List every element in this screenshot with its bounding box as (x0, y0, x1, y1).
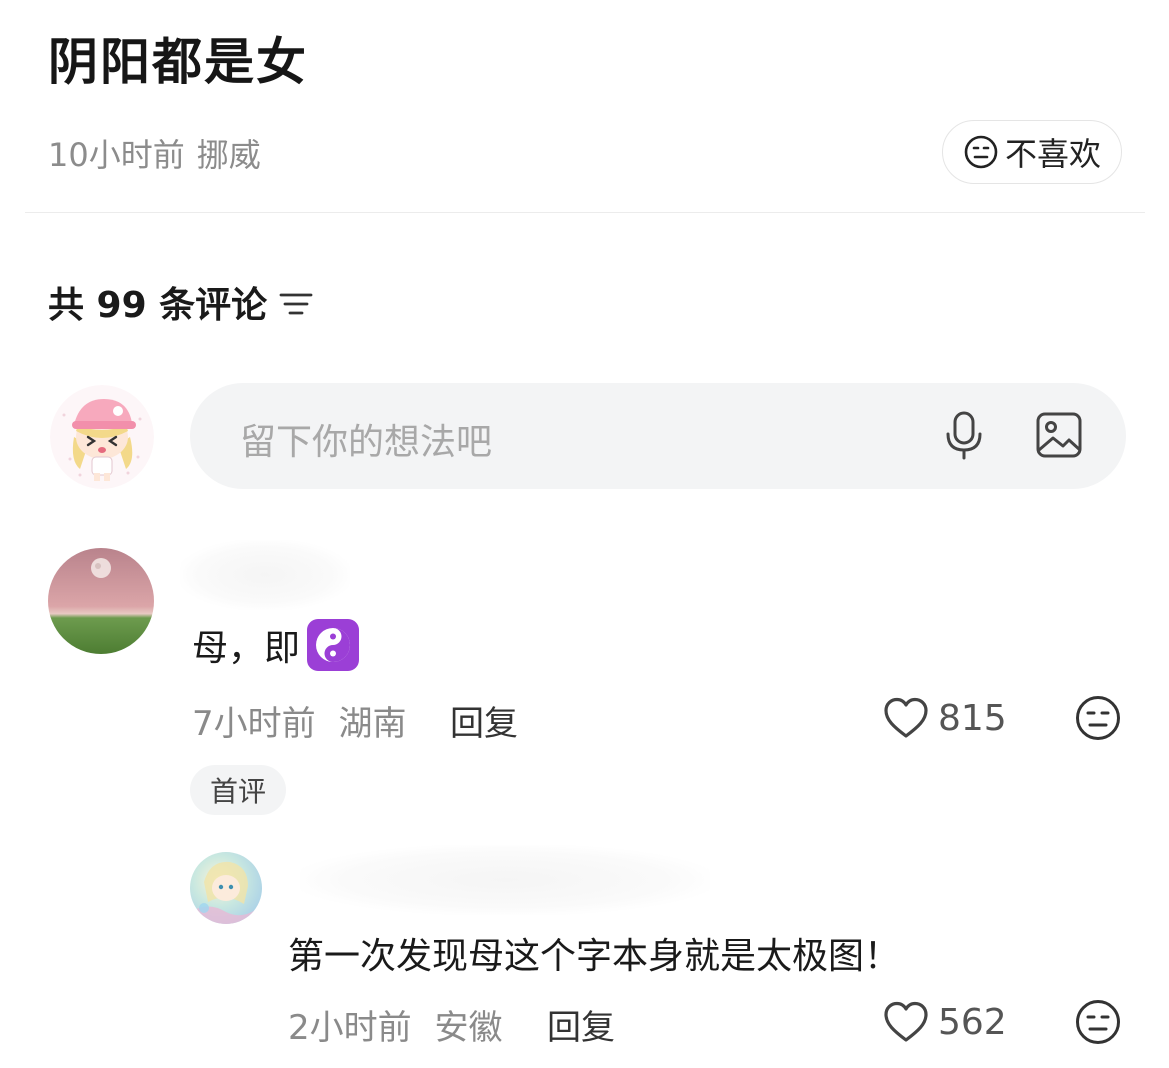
reply-commenter-avatar[interactable] (190, 852, 262, 924)
reply-comment-location: 安徽 (434, 1008, 503, 1048)
comment-page: 阴阳都是女 10小时前 挪威 不喜欢 共 99 条评论 留下你的想法吧 母，即 … (0, 0, 1169, 1068)
dislike-button[interactable]: 不喜欢 (942, 120, 1122, 184)
microphone-icon[interactable] (940, 410, 988, 460)
commenter-avatar[interactable] (48, 548, 154, 654)
reply-comment-text: 第一次发现母这个字本身就是太极图！ (288, 936, 901, 977)
comment-time: 7小时前 (192, 704, 316, 744)
reply-button[interactable]: 回复 (450, 696, 518, 745)
commenter-name-blurred (180, 540, 350, 610)
heart-icon (884, 697, 928, 738)
neutral-face-icon (964, 135, 998, 169)
comment-input-placeholder: 留下你的想法吧 (240, 422, 493, 463)
reply-commenter-name-blurred (300, 845, 710, 915)
post-location: 挪威 (196, 136, 261, 174)
my-avatar[interactable] (50, 385, 154, 489)
like-button[interactable]: 815 (882, 696, 1007, 740)
post-time: 10小时前 (48, 136, 185, 174)
reply-comment-time: 2小时前 (288, 1008, 412, 1048)
reply-like-button[interactable]: 562 (882, 1000, 1007, 1044)
post-title: 阴阳都是女 (48, 33, 308, 91)
comment-meta: 7小时前 湖南 (192, 696, 406, 745)
image-icon[interactable] (1035, 410, 1083, 460)
reply-comment-reply-button[interactable]: 回复 (547, 1000, 615, 1049)
reply-comment-meta: 2小时前 安徽 (288, 1000, 502, 1049)
sort-icon[interactable] (279, 289, 313, 319)
comment-count-header: 共 99 条评论 (48, 276, 313, 328)
heart-icon (884, 1001, 928, 1042)
like-count: 815 (938, 697, 1007, 739)
comment-location: 湖南 (338, 704, 407, 744)
comment-text: 母，即 (192, 618, 360, 672)
comment-input[interactable]: 留下你的想法吧 (190, 383, 1126, 489)
first-comment-badge: 首评 (190, 765, 286, 815)
post-meta: 10小时前 挪威 (48, 130, 261, 176)
reply-like-count: 562 (938, 1001, 1007, 1043)
reply-dislike-face-icon[interactable] (1074, 998, 1122, 1046)
comment-count-label: 共 99 条评论 (48, 285, 268, 326)
dislike-label: 不喜欢 (1004, 135, 1101, 173)
yin-yang-emoji (307, 619, 360, 671)
dislike-face-icon[interactable] (1074, 694, 1122, 742)
divider (25, 212, 1145, 213)
